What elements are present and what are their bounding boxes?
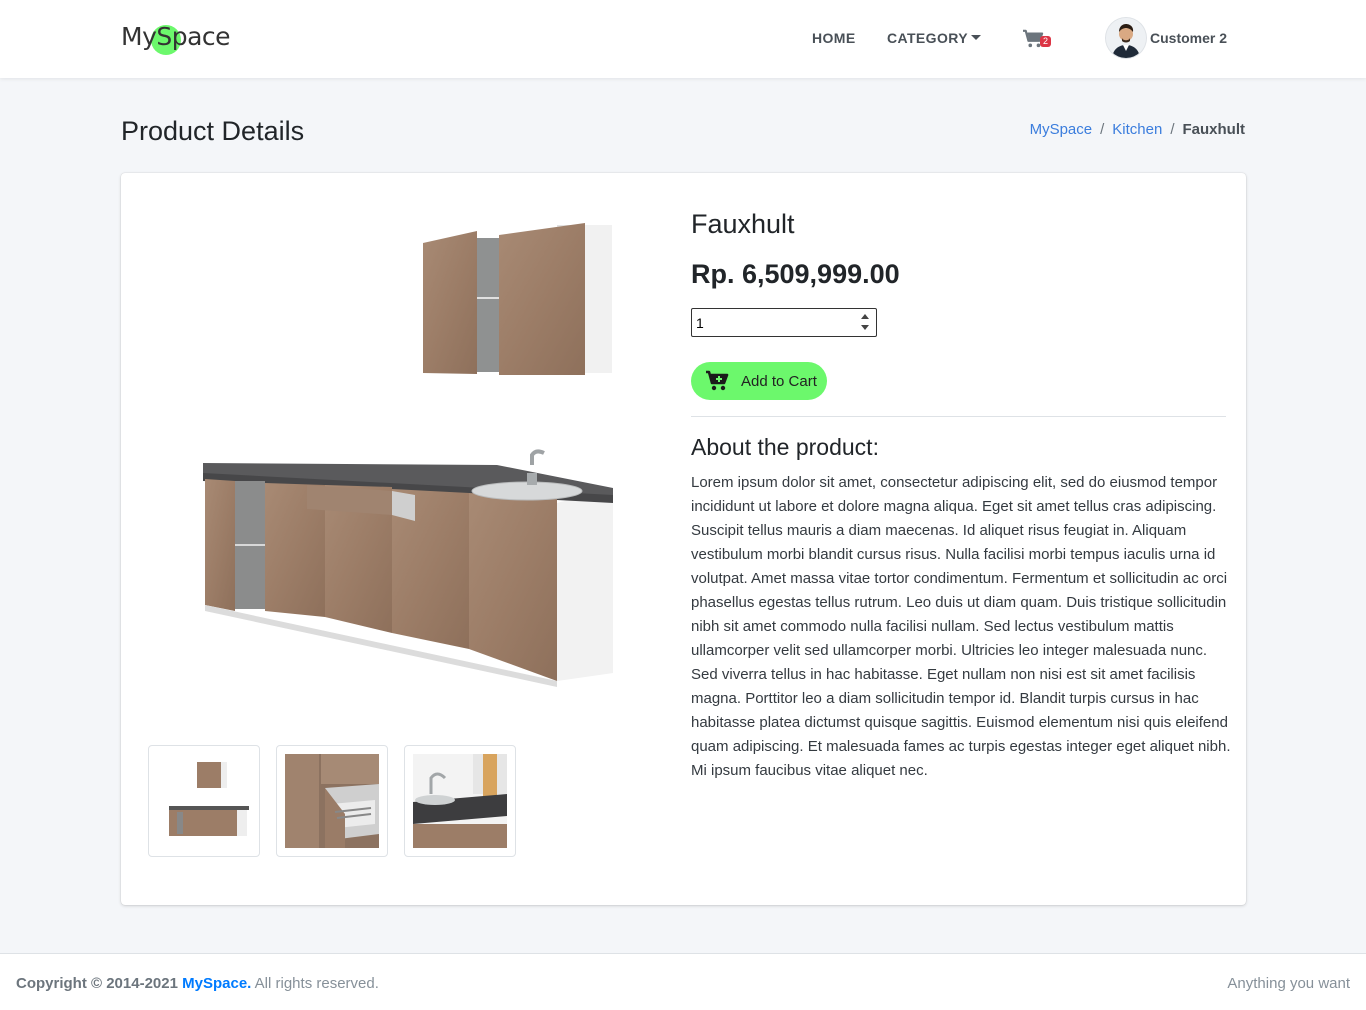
section-divider [691,416,1226,417]
nav-cart-button[interactable]: 2 [1022,29,1052,54]
cart-plus-icon [706,370,729,391]
product-price: Rp. 6,509,999.00 [691,259,900,289]
kitchen-drawer-image [285,754,379,848]
user-name-label[interactable]: Customer 2 [1150,30,1227,46]
nav-category-dropdown[interactable]: CATEGORY [887,30,981,46]
footer-brand-link[interactable]: MySpace. [182,975,251,992]
footer-copyright: Copyright © 2014-2021 MySpace. All right… [16,975,379,992]
thumbnail-overview[interactable] [148,745,260,857]
breadcrumb-category-link[interactable]: Kitchen [1112,121,1162,138]
page-title: Product Details [121,116,305,146]
thumbnail-drawer[interactable] [276,745,388,857]
product-card: Fauxhult Rp. 6,509,999.00 Add to Cart Ab… [121,173,1246,905]
about-product-text: Lorem ipsum dolor sit amet, consectetur … [691,474,1231,779]
add-to-cart-label: Add to Cart [741,372,817,390]
product-name: Fauxhult [691,209,795,239]
stepper-arrows-icon[interactable] [859,311,871,333]
product-main-image [203,223,613,687]
brand-logo[interactable]: MySpace [121,22,231,51]
kitchen-sink-image [413,754,507,848]
user-avatar[interactable] [1106,18,1146,58]
add-to-cart-button[interactable]: Add to Cart [691,362,827,400]
breadcrumb: MySpace / Kitchen / Fauxhult [1030,121,1245,138]
breadcrumb-separator: / [1100,121,1105,138]
cart-count-badge: 2 [1040,36,1052,47]
quantity-stepper[interactable] [691,308,877,337]
page-footer: Copyright © 2014-2021 MySpace. All right… [0,953,1366,1010]
nav-home-link[interactable]: HOME [812,30,856,46]
about-product-heading: About the product: [691,434,879,460]
rights-text: All rights reserved. [254,975,379,992]
top-navbar: MySpace HOME CATEGORY 2 Customer 2 [0,0,1366,78]
copyright-text: Copyright © 2014-2021 [16,975,178,992]
breadcrumb-home-link[interactable]: MySpace [1030,121,1093,138]
nav-category-label: CATEGORY [887,30,968,46]
user-avatar-image [1106,18,1146,58]
kitchen-overview-image [157,754,251,848]
breadcrumb-separator: / [1170,121,1175,138]
caret-down-icon [970,35,981,40]
breadcrumb-current: Fauxhult [1182,121,1246,138]
footer-tagline: Anything you want [1227,975,1350,992]
thumbnail-sink[interactable] [404,745,516,857]
